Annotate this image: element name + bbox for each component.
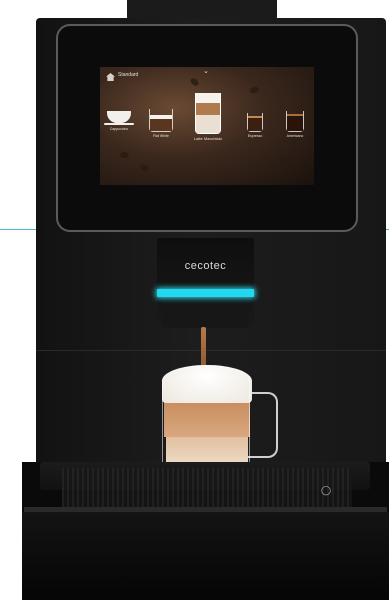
drink-option-espresso[interactable]: Espresso xyxy=(240,113,270,138)
product-photo: Standard ⌄ Cappuccino Flat White Latte M… xyxy=(0,0,389,600)
bean-decoration xyxy=(249,85,260,95)
brand-logo: cecotec xyxy=(184,260,227,272)
bean-decoration xyxy=(120,152,129,158)
drip-grate xyxy=(62,468,352,512)
tray-front xyxy=(22,512,389,600)
led-light-strip xyxy=(157,289,254,297)
drink-label: Latte Macchiato xyxy=(193,136,223,141)
drink-option-latte-macchiato[interactable]: Latte Macchiato xyxy=(186,93,230,141)
latte-macchiato-glass xyxy=(195,93,221,134)
chevron-down-icon[interactable]: ⌄ xyxy=(203,68,209,75)
home-icon[interactable] xyxy=(106,73,115,81)
americano-glass xyxy=(286,111,304,132)
drink-label: Americano xyxy=(286,134,304,138)
dispenser-nozzle xyxy=(162,306,249,328)
bean-decoration xyxy=(139,163,150,173)
touch-display[interactable]: Standard ⌄ Cappuccino Flat White Latte M… xyxy=(100,67,314,185)
body-seam xyxy=(36,350,386,351)
drink-option-flat-white[interactable]: Flat White xyxy=(145,109,177,138)
saucer xyxy=(104,123,134,125)
bean-hopper-lid xyxy=(127,0,277,20)
cappuccino-cup xyxy=(107,111,131,123)
espresso-glass xyxy=(247,113,263,132)
drink-label: Cappuccino xyxy=(109,127,129,131)
drink-option-americano[interactable]: Americano xyxy=(280,111,310,138)
drink-label: Espresso xyxy=(247,134,263,138)
flat-white-glass xyxy=(149,109,173,132)
bean-decoration xyxy=(280,157,289,163)
drink-option-cappuccino[interactable]: Cappuccino xyxy=(104,111,134,131)
drink-label: Flat White xyxy=(153,134,169,138)
profile-label[interactable]: Standard xyxy=(118,72,138,78)
guide-line-left xyxy=(0,229,36,230)
drop-icon: ◯ xyxy=(321,485,332,495)
bean-decoration xyxy=(189,76,200,88)
